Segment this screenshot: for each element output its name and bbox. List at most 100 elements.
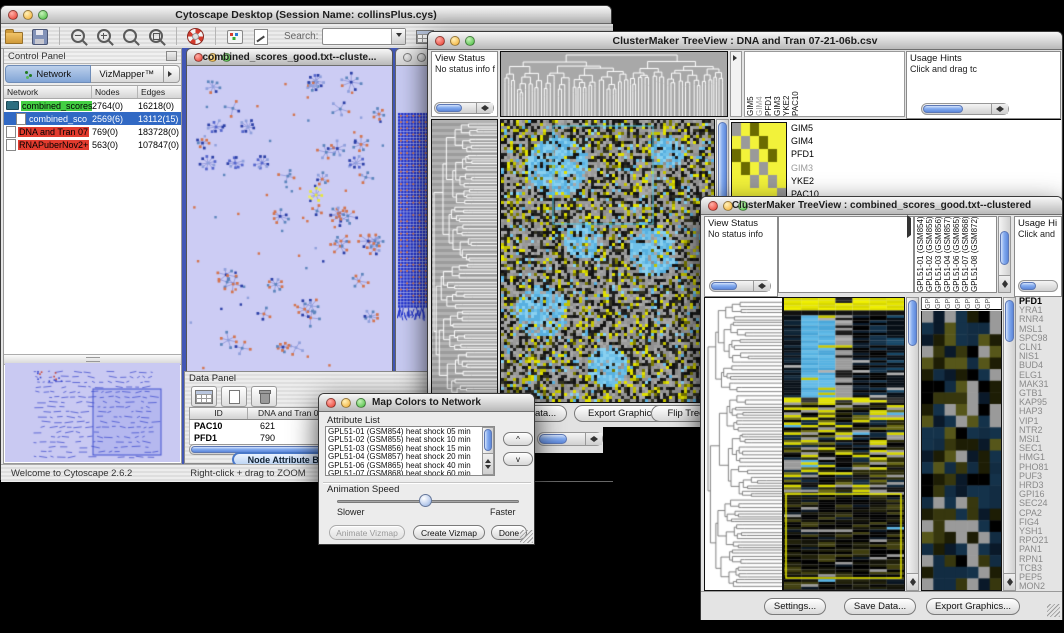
scrollbar-thumb[interactable] <box>908 300 917 346</box>
birdseye-view-canvas[interactable] <box>5 363 180 462</box>
attribute-list-item[interactable]: GPL51-02 (GSM855) heat shock 10 min <box>326 436 482 444</box>
scroll-down-icon[interactable] <box>485 465 491 472</box>
row-dendrogram-canvas[interactable] <box>432 120 497 402</box>
resize-grip[interactable] <box>520 530 533 543</box>
column-label: GPL51-02 (GSM855) <box>926 217 934 292</box>
network-row[interactable]: RNAPuberNov2+ 563(0) 107847(0) <box>4 138 181 151</box>
scrollbar-thumb[interactable] <box>711 282 737 290</box>
resize-grip[interactable] <box>1047 604 1060 617</box>
zoom-heatmap-canvas[interactable] <box>922 311 1001 590</box>
network-canvas[interactable] <box>188 67 391 373</box>
vertical-scrollbar[interactable] <box>998 216 1011 293</box>
vertical-scrollbar[interactable] <box>482 427 494 475</box>
scrollbar-thumb[interactable] <box>484 429 492 451</box>
attribute-list-item[interactable]: GPL51-03 (GSM856) heat shock 15 min <box>326 445 482 453</box>
annotation-button[interactable] <box>250 26 272 46</box>
column-header-nodes[interactable]: Nodes <box>92 86 138 98</box>
column-header-edges[interactable]: Edges <box>138 86 181 98</box>
scrollbar-thumb[interactable] <box>923 105 963 113</box>
network-row[interactable]: DNA and Tran 07 769(0) 183728(0) <box>4 125 181 138</box>
create-attribute-button[interactable] <box>221 386 247 407</box>
slider-thumb[interactable] <box>419 494 432 507</box>
network-view-titlebar[interactable]: combined_scores_good.txt--cluste... <box>187 49 392 66</box>
search-input[interactable] <box>322 28 406 45</box>
column-label: GPL51-06 (GSM865) <box>953 217 961 292</box>
scrollbar-thumb[interactable] <box>539 434 567 444</box>
scroll-right-icon[interactable] <box>1000 106 1007 112</box>
minimize-button[interactable] <box>417 53 426 62</box>
settings-button[interactable]: Settings... <box>764 598 826 615</box>
horizontal-scrollbar[interactable] <box>537 432 603 446</box>
tab-network[interactable]: Network <box>5 65 91 83</box>
tab-overflow-button[interactable] <box>164 65 180 83</box>
row-dendrogram-canvas[interactable] <box>705 298 782 590</box>
column-dendrogram-canvas[interactable] <box>501 52 727 116</box>
zoom-heatmap-canvas[interactable] <box>732 123 786 201</box>
create-vizmap-button[interactable]: Create Vizmap <box>413 525 485 540</box>
tab-vizmapper[interactable]: VizMapper™ <box>91 65 165 83</box>
vizmapper-button[interactable] <box>224 26 246 46</box>
search-dropdown-button[interactable] <box>391 29 405 44</box>
zoom-in-button[interactable] <box>94 26 116 46</box>
save-session-button[interactable] <box>29 26 51 46</box>
heatmap-canvas[interactable] <box>501 120 714 402</box>
move-up-button[interactable]: ^ <box>503 432 533 446</box>
network-row-selected[interactable]: combined_sco 2569(6) 13112(15) <box>4 112 181 125</box>
main-titlebar[interactable]: Cytoscape Desktop (Session Name: collins… <box>1 6 611 24</box>
network-canvas-grid[interactable] <box>397 67 429 373</box>
scroll-up-icon[interactable] <box>485 456 491 463</box>
treeview-dna-titlebar[interactable]: ClusterMaker TreeView : DNA and Tran 07-… <box>428 32 1062 50</box>
column-header-id[interactable]: ID <box>190 408 248 419</box>
horizontal-scrollbar[interactable] <box>434 102 494 114</box>
scroll-left-icon[interactable] <box>993 106 1000 112</box>
horizontal-scrollbar[interactable] <box>921 103 1009 115</box>
export-graphics-button[interactable]: Export Graphics... <box>926 598 1020 615</box>
scroll-right-icon[interactable] <box>485 105 492 111</box>
scroll-down-icon[interactable] <box>1002 284 1008 291</box>
save-data-button[interactable]: Save Data... <box>844 598 916 615</box>
scrollbar-thumb[interactable] <box>1000 231 1009 265</box>
scrollbar-thumb[interactable] <box>436 104 462 112</box>
scroll-left-icon[interactable] <box>478 105 485 111</box>
delete-attribute-button[interactable] <box>251 386 277 407</box>
scroll-left-icon[interactable] <box>755 283 762 289</box>
scroll-down-icon[interactable] <box>1007 582 1013 589</box>
move-down-button[interactable]: v <box>503 452 533 466</box>
help-button[interactable] <box>185 26 207 46</box>
network-table-header[interactable]: Network Nodes Edges <box>4 86 181 99</box>
treeview-combined-titlebar[interactable]: ClusterMaker TreeView : combined_scores_… <box>701 197 1062 215</box>
dialog-titlebar[interactable]: Map Colors to Network <box>319 394 534 412</box>
scroll-up-icon[interactable] <box>1002 277 1008 284</box>
zoom-fit-button[interactable] <box>146 26 168 46</box>
attribute-list-item[interactable]: GPL51-04 (GSM857) heat shock 20 min <box>326 453 482 461</box>
scroll-up-icon[interactable] <box>910 575 916 582</box>
toolbar-separator <box>176 27 177 45</box>
heatmap-canvas[interactable] <box>784 298 904 590</box>
animate-vizmap-button[interactable]: Animate Vizmap <box>329 525 405 540</box>
zoom-out-button[interactable] <box>68 26 90 46</box>
horizontal-scrollbar[interactable] <box>709 280 771 292</box>
background-window-titlebar[interactable] <box>396 49 430 66</box>
column-header-network[interactable]: Network <box>4 86 92 98</box>
network-row[interactable]: combined_scores 2764(0) 16218(0) <box>4 99 181 112</box>
close-button[interactable] <box>403 53 412 62</box>
open-session-button[interactable] <box>3 26 25 46</box>
scroll-up-icon[interactable] <box>1007 575 1013 582</box>
vertical-scrollbar[interactable] <box>1003 297 1016 591</box>
status-welcome: Welcome to Cytoscape 2.6.2 <box>11 468 132 479</box>
scrollbar-thumb[interactable] <box>1005 300 1014 342</box>
vertical-scrollbar[interactable] <box>906 297 919 591</box>
horizontal-scrollbar[interactable] <box>1018 280 1058 292</box>
attribute-list[interactable]: GPL51-01 (GSM854) heat shock 05 minGPL51… <box>325 426 495 476</box>
attribute-list-item[interactable]: GPL51-06 (GSM865) heat shock 40 min <box>326 462 482 470</box>
scrollbar-thumb[interactable] <box>1020 282 1036 290</box>
scroll-right-icon[interactable] <box>762 283 769 289</box>
zoom-selected-button[interactable] <box>120 26 142 46</box>
scroll-right-icon[interactable] <box>594 436 601 442</box>
attribute-select-button[interactable] <box>191 386 217 407</box>
scroll-down-icon[interactable] <box>910 582 916 589</box>
attribute-list-item[interactable]: GPL51-01 (GSM854) heat shock 05 min <box>326 428 482 436</box>
scroll-left-icon[interactable] <box>587 436 594 442</box>
attribute-list-item[interactable]: GPL51-07 (GSM868) heat shock 60 min <box>326 470 482 476</box>
float-panel-icon[interactable] <box>166 51 177 61</box>
